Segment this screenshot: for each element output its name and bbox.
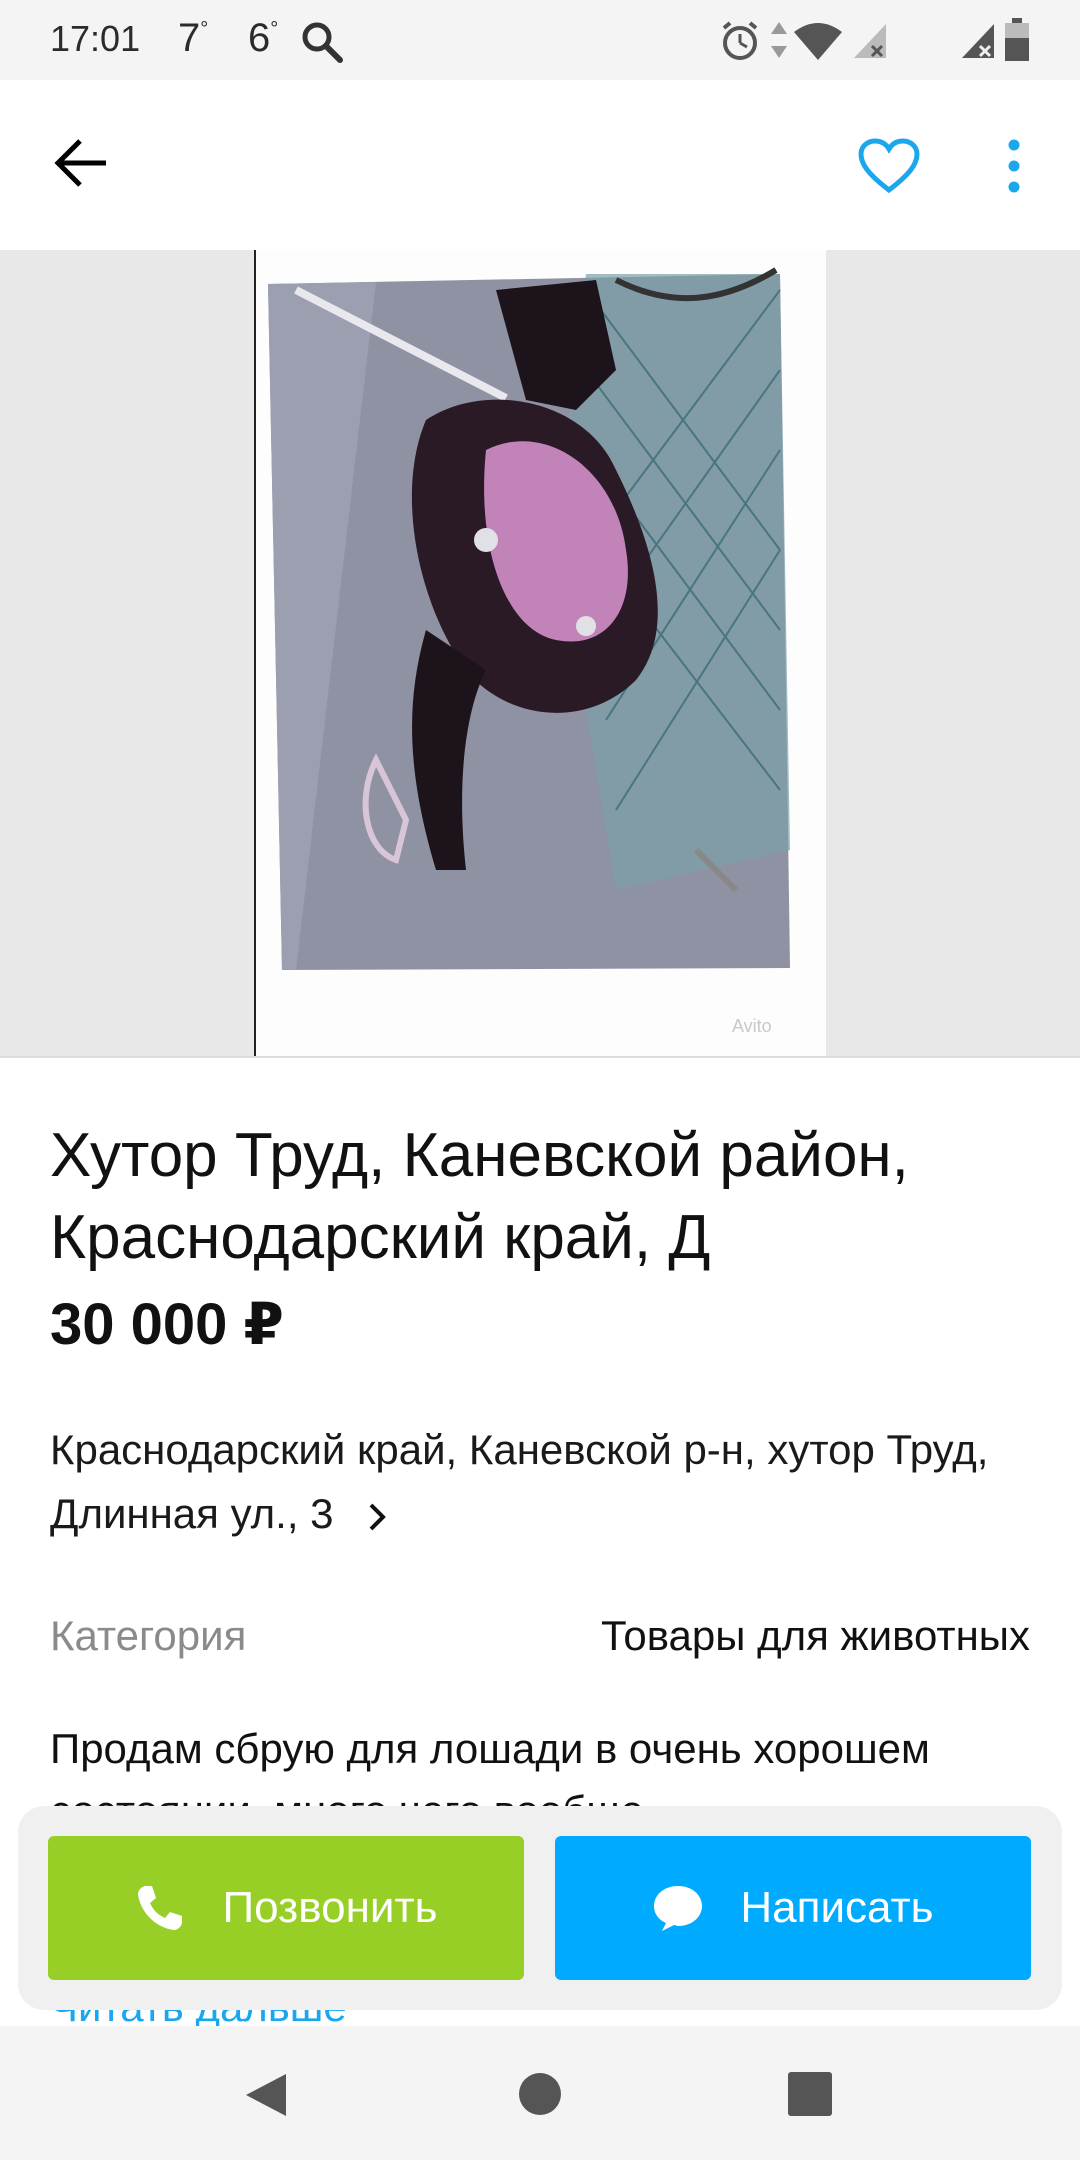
listing-photo[interactable]: Avito (254, 250, 826, 1056)
status-time: 17:01 (50, 18, 141, 59)
image-gallery[interactable]: Avito (0, 250, 1080, 1058)
top-app-bar (0, 80, 1080, 250)
wifi-icon (794, 23, 842, 60)
data-arrows-icon (771, 22, 787, 58)
listing-price: 30 000 ₽ (50, 1292, 284, 1357)
system-nav-bar (0, 2026, 1080, 2160)
call-button[interactable]: Позвонить (48, 1836, 524, 1980)
listing-description: Продам сбрую для лошади в очень хорошем … (50, 1725, 930, 1810)
avito-watermark: Avito (732, 1016, 772, 1036)
search-icon (302, 22, 343, 63)
heart-icon[interactable] (858, 138, 920, 194)
recents-square-icon[interactable] (788, 2072, 832, 2116)
signal-icon (962, 24, 994, 58)
alarm-icon (722, 21, 758, 60)
description-clip: Продам сбрую для лошади в очень хорошем … (0, 1700, 1080, 1810)
more-vertical-icon[interactable] (1004, 138, 1024, 194)
weather-temp-1: 7° (178, 16, 209, 60)
contact-actions-panel: Позвонить Написать (18, 1806, 1062, 2010)
chevron-right-icon (369, 1503, 387, 1531)
arrow-left-icon[interactable] (54, 138, 110, 188)
back-triangle-icon[interactable] (244, 2072, 288, 2118)
category-value: Товары для животных (600, 1612, 1030, 1659)
listing-address[interactable]: Краснодарский край, Каневской р-н, хутор… (50, 1418, 1040, 1546)
signal-icon (854, 24, 886, 58)
weather-temp-2: 6° (248, 16, 279, 60)
phone-icon (138, 1886, 183, 1930)
write-button[interactable]: Написать (555, 1836, 1031, 1980)
address-text: Краснодарский край, Каневской р-н, хутор… (50, 1426, 989, 1537)
listing-title: Хутор Труд, Каневской район, Краснодарск… (50, 1121, 909, 1272)
category-label: Категория (50, 1612, 247, 1659)
chat-bubble-icon (654, 1886, 703, 1931)
write-button-label: Написать (740, 1883, 934, 1932)
call-button-label: Позвонить (222, 1883, 438, 1932)
home-circle-icon[interactable] (518, 2072, 562, 2116)
battery-icon (1005, 18, 1029, 61)
status-bar: 17:01 7° 6° (0, 0, 1080, 80)
